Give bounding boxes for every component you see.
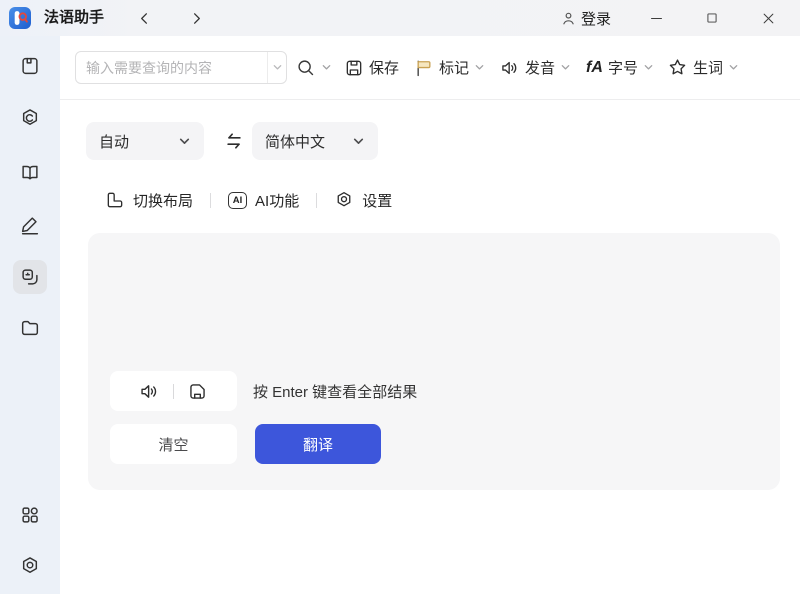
pronounce-dropdown-icon[interactable] (560, 62, 571, 73)
result-action-bar (110, 371, 237, 411)
translate-icon (19, 266, 41, 288)
ai-icon: AI (228, 192, 247, 209)
font-size-button[interactable]: fA 字号 (586, 57, 654, 78)
pencil-icon (19, 214, 41, 236)
pronounce-label: 发音 (525, 57, 555, 78)
mark-button[interactable]: 标记 (414, 57, 485, 78)
app-window: 法语助手 登录 (0, 0, 800, 594)
search-button[interactable] (295, 57, 332, 78)
new-words-label: 生词 (693, 57, 723, 78)
sidebar-item-settings[interactable] (13, 549, 47, 583)
nav-back-icon[interactable] (134, 8, 154, 28)
divider (316, 193, 317, 208)
apps-grid-icon (19, 504, 41, 526)
gear-icon (334, 190, 354, 210)
search-dropdown-icon[interactable] (321, 62, 332, 73)
settings-label: 设置 (362, 190, 392, 211)
play-audio-icon[interactable] (139, 381, 160, 402)
sidebar-item-writing[interactable] (13, 208, 47, 242)
login-label: 登录 (581, 8, 611, 29)
divider (173, 384, 174, 399)
search-box (75, 51, 287, 84)
nav-forward-icon[interactable] (186, 8, 206, 28)
source-language-value: 自动 (99, 131, 129, 152)
source-language-select[interactable]: 自动 (86, 122, 204, 160)
switch-layout-button[interactable]: 切换布局 (105, 190, 193, 211)
save-icon (344, 58, 364, 78)
open-book-icon (19, 161, 41, 183)
mark-label: 标记 (439, 57, 469, 78)
user-icon (560, 10, 577, 27)
login-button[interactable]: 登录 (560, 0, 611, 36)
window-controls (628, 0, 796, 36)
source-language-chevron-icon (178, 135, 191, 148)
toolbar: 保存 标记 发音 fA (60, 36, 800, 100)
save-label: 保存 (369, 57, 399, 78)
font-size-icon: fA (586, 59, 603, 77)
folder-icon (19, 317, 41, 339)
app-title: 法语助手 (44, 0, 104, 36)
font-size-dropdown-icon[interactable] (643, 62, 654, 73)
search-icon (295, 57, 316, 78)
new-words-dropdown-icon[interactable] (728, 62, 739, 73)
new-words-button[interactable]: 生词 (667, 57, 739, 78)
sidebar (0, 36, 60, 594)
hexagon-c-icon (19, 107, 41, 129)
target-language-value: 简体中文 (265, 131, 325, 152)
target-language-chevron-icon (352, 135, 365, 148)
close-icon[interactable] (740, 0, 796, 36)
target-language-select[interactable]: 简体中文 (252, 122, 378, 160)
sidebar-item-apps[interactable] (13, 498, 47, 532)
sidebar-item-translate[interactable] (13, 260, 47, 294)
sidebar-item-reading[interactable] (13, 155, 47, 189)
sidebar-item-courses[interactable] (13, 101, 47, 135)
enter-hint-text: 按 Enter 键查看全部结果 (253, 371, 417, 411)
feature-bar: 切换布局 AI AI功能 设置 (105, 183, 392, 217)
translate-button[interactable]: 翻译 (255, 424, 381, 464)
divider (210, 193, 211, 208)
star-icon (667, 57, 688, 78)
titlebar: 法语助手 登录 (0, 0, 800, 36)
main-area: 保存 标记 发音 fA (60, 36, 800, 594)
save-result-icon[interactable] (187, 381, 208, 402)
flag-icon (414, 58, 434, 78)
settings-gear-icon (19, 555, 41, 577)
pronounce-button[interactable]: 发音 (500, 57, 571, 78)
ai-features-button[interactable]: AI AI功能 (228, 190, 299, 211)
layout-icon (105, 190, 125, 210)
search-input[interactable] (76, 52, 267, 83)
swap-languages-icon[interactable] (222, 130, 246, 152)
minimize-icon[interactable] (628, 0, 684, 36)
search-history-dropdown-icon[interactable] (267, 52, 286, 83)
app-logo-icon (9, 7, 31, 29)
sidebar-item-dictionary[interactable] (13, 49, 47, 83)
switch-layout-label: 切换布局 (133, 190, 193, 211)
clear-button[interactable]: 清空 (110, 424, 237, 464)
ai-features-label: AI功能 (255, 190, 299, 211)
mark-dropdown-icon[interactable] (474, 62, 485, 73)
dictionary-icon (19, 55, 41, 77)
font-size-label: 字号 (608, 57, 638, 78)
save-button[interactable]: 保存 (344, 57, 399, 78)
speaker-icon (500, 58, 520, 78)
maximize-icon[interactable] (684, 0, 740, 36)
settings-button[interactable]: 设置 (334, 190, 392, 211)
sidebar-item-files[interactable] (13, 311, 47, 345)
result-panel: 按 Enter 键查看全部结果 清空 翻译 (88, 233, 780, 490)
